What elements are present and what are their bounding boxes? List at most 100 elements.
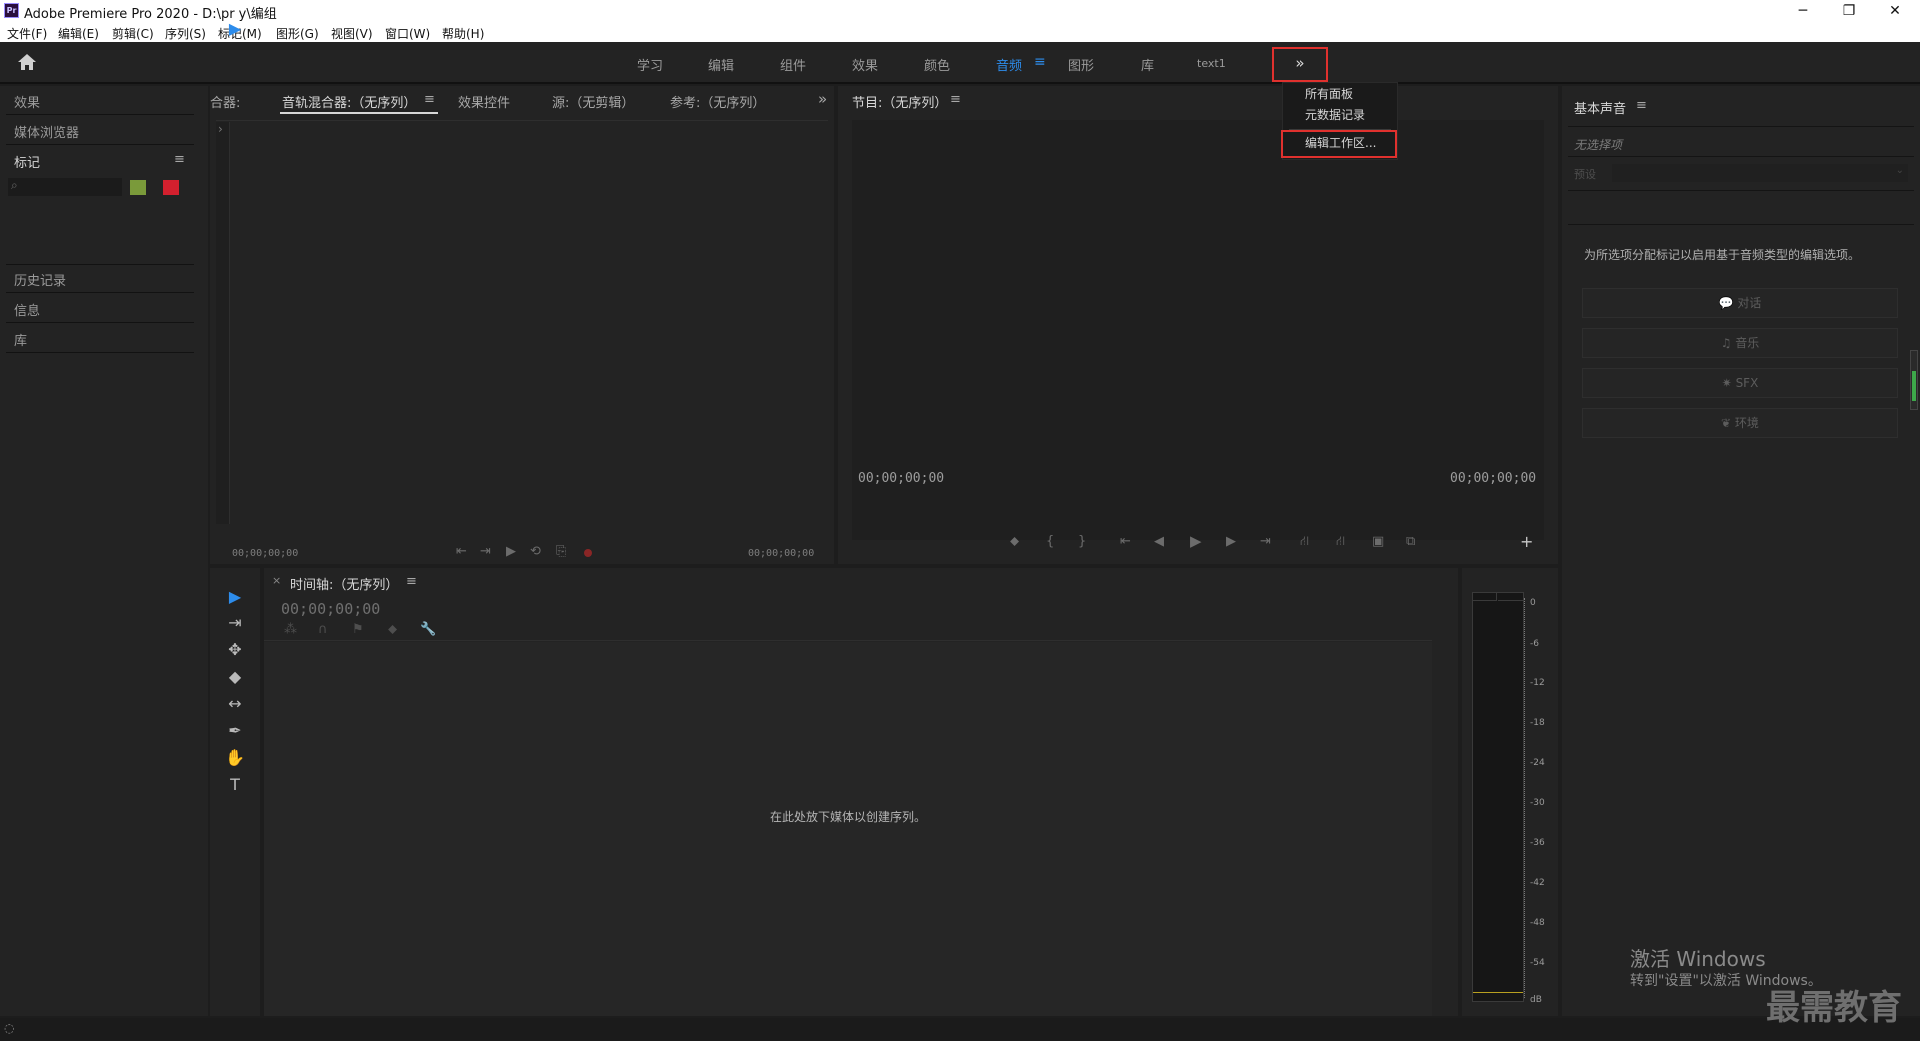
go-to-in-icon[interactable]: ⇤ — [1120, 534, 1131, 549]
razor-tool-icon[interactable]: ◆ — [222, 666, 248, 688]
menu-item-metadata-logging[interactable]: 元数据记录 — [1305, 106, 1365, 123]
program-panel-menu-icon[interactable]: ≡ — [950, 92, 961, 107]
nest-toggle-icon[interactable]: ⁂ — [284, 622, 297, 637]
source-timecode-current[interactable]: 00;00;00;00 — [232, 548, 298, 559]
export-frame-camera-icon[interactable]: ▣ — [1372, 534, 1384, 549]
menu-clip[interactable]: 剪辑(C) — [112, 25, 154, 42]
extract-icon[interactable]: ⛙ — [1336, 534, 1345, 551]
timeline-add-marker-icon[interactable]: ⬥ — [388, 622, 397, 637]
close-timeline-icon[interactable]: × — [272, 574, 281, 587]
ambience-type-button[interactable]: ❦ 环境 — [1582, 408, 1898, 438]
meter-clip-indicator-left[interactable] — [1473, 593, 1497, 601]
workspace-tab-learn[interactable]: 学习 — [637, 55, 663, 74]
mixer-panel-menu-icon[interactable]: ≡ — [424, 92, 435, 107]
panel-tab-info[interactable]: 信息 — [14, 300, 40, 319]
pen-tool-icon[interactable]: ✒ — [222, 720, 248, 742]
panel-tab-effects[interactable]: 效果 — [14, 92, 40, 111]
panel-tab-markers[interactable]: 标记 — [14, 152, 40, 171]
meter-clip-indicator-right[interactable] — [1498, 593, 1524, 601]
program-play-icon[interactable]: ▶ — [1190, 532, 1202, 550]
menu-edit[interactable]: 编辑(E) — [58, 25, 99, 42]
menu-window[interactable]: 窗口(W) — [385, 25, 430, 42]
export-icon[interactable]: ⎘ — [556, 544, 566, 559]
panel-tab-history[interactable]: 历史记录 — [14, 270, 66, 289]
track-select-tool-icon[interactable]: ⇥ — [222, 612, 248, 634]
expand-chevron-icon[interactable]: › — [218, 122, 223, 136]
menu-item-all-panels[interactable]: 所有面板 — [1305, 85, 1353, 102]
play-icon[interactable]: ▶ — [506, 544, 516, 559]
sfx-type-button[interactable]: ✷ SFX — [1582, 368, 1898, 398]
title-bar: Pr Adobe Premiere Pro 2020 - D:\pr y\编组 … — [0, 0, 1920, 22]
panel-tab-media-browser[interactable]: 媒体浏览器 — [14, 122, 79, 141]
record-icon[interactable] — [584, 549, 592, 557]
workspace-tab-assembly[interactable]: 组件 — [780, 55, 806, 74]
panel-overflow-icon[interactable]: » — [818, 90, 827, 108]
mark-out-bracket-icon[interactable]: } — [1078, 534, 1086, 549]
menu-view[interactable]: 视图(V) — [331, 25, 373, 42]
timeline-title[interactable]: 时间轴:（无序列） — [290, 574, 398, 593]
type-tool-icon[interactable]: T — [222, 774, 248, 796]
add-marker-icon[interactable]: ⬥ — [1010, 534, 1019, 549]
essential-sound-menu-icon[interactable]: ≡ — [1636, 98, 1647, 113]
selection-tool-icon[interactable]: ▶ — [222, 18, 248, 40]
workspace-tab-effects[interactable]: 效果 — [852, 55, 878, 74]
workspace-tab-editing[interactable]: 编辑 — [708, 55, 734, 74]
markers-panel-menu-icon[interactable]: ≡ — [174, 152, 185, 167]
home-icon[interactable] — [16, 52, 38, 72]
meter-label: -48 — [1530, 918, 1545, 928]
preset-dropdown[interactable]: ⌄ — [1612, 164, 1908, 182]
loop-icon[interactable]: ⟲ — [530, 544, 541, 559]
menu-sequence[interactable]: 序列(S) — [165, 25, 206, 42]
essential-sound-panel: 基本声音 ≡ 无选择项 预设 ⌄ 为所选项分配标记以启用基于音频类型的编辑选项。 — [1562, 86, 1920, 1016]
restore-button[interactable]: ❐ — [1826, 0, 1872, 22]
hand-tool-icon[interactable]: ✋ — [222, 747, 248, 769]
workspace-menu-icon[interactable]: ≡ — [1034, 54, 1046, 70]
step-forward-icon[interactable]: ▶ — [1226, 534, 1236, 549]
menu-file[interactable]: 文件(F) — [7, 25, 47, 42]
menu-graphics[interactable]: 图形(G) — [276, 25, 319, 42]
workspace-tab-audio[interactable]: 音频 — [996, 55, 1022, 74]
panel-tab-effect-controls[interactable]: 效果控件 — [458, 92, 510, 111]
slip-tool-icon[interactable]: ↔ — [222, 693, 248, 715]
timeline-timecode[interactable]: 00;00;00;00 — [281, 600, 380, 618]
panel-tab-audio-track-mixer[interactable]: 音轨混合器:（无序列） — [282, 92, 416, 111]
essential-sound-title[interactable]: 基本声音 — [1574, 98, 1626, 117]
panel-tab-truncated[interactable]: 合器: — [210, 92, 240, 111]
status-indicator-icon[interactable]: ◌ — [4, 1021, 14, 1035]
timeline-track-area[interactable] — [264, 642, 1432, 1016]
mark-in-bracket-icon[interactable]: { — [1046, 534, 1054, 549]
snap-magnet-icon[interactable]: ∩ — [318, 622, 328, 637]
workspace-tab-color[interactable]: 颜色 — [924, 55, 950, 74]
lift-icon[interactable]: ⛙ — [1300, 534, 1309, 551]
markers-search-input[interactable]: ⌕ — [8, 178, 122, 196]
timeline-panel-menu-icon[interactable]: ≡ — [406, 574, 417, 589]
workspace-tab-libraries[interactable]: 库 — [1141, 55, 1154, 74]
step-back-icon[interactable]: ◀ — [1154, 534, 1164, 549]
compare-view-icon[interactable]: ⧉ — [1406, 534, 1415, 549]
linked-selection-icon[interactable]: ⚑ — [352, 622, 364, 637]
program-timecode-current[interactable]: 00;00;00;00 — [858, 471, 944, 486]
mark-in-icon[interactable]: ⇤ — [456, 544, 467, 559]
close-button[interactable]: ✕ — [1872, 0, 1918, 22]
dialogue-type-button[interactable]: 💬 对话 — [1582, 288, 1898, 318]
program-monitor-title[interactable]: 节目:（无序列） — [852, 92, 947, 111]
panel-scrollbar[interactable] — [1910, 350, 1918, 410]
green-marker-filter-swatch[interactable] — [130, 180, 146, 195]
add-button-icon[interactable]: + — [1520, 532, 1533, 551]
panel-tab-libraries[interactable]: 库 — [14, 330, 27, 349]
scrollbar-thumb[interactable] — [1912, 371, 1916, 401]
ripple-edit-tool-icon[interactable]: ✥ — [222, 639, 248, 661]
workspace-tab-text1[interactable]: text1 — [1197, 57, 1226, 70]
wrench-settings-icon[interactable]: 🔧 — [420, 622, 436, 637]
panel-tab-source[interactable]: 源:（无剪辑） — [552, 92, 634, 111]
panel-tab-reference[interactable]: 参考:（无序列） — [670, 92, 765, 111]
music-type-button[interactable]: ♫ 音乐 — [1582, 328, 1898, 358]
mark-out-icon[interactable]: ⇥ — [480, 544, 491, 559]
selection-tool-icon[interactable]: ▶ — [222, 586, 248, 608]
menu-help[interactable]: 帮助(H) — [442, 25, 484, 42]
go-to-out-icon[interactable]: ⇥ — [1260, 534, 1271, 549]
red-marker-filter-swatch[interactable] — [163, 180, 179, 195]
more-workspaces-button[interactable]: » — [1272, 47, 1328, 82]
minimize-button[interactable]: ─ — [1780, 0, 1826, 22]
workspace-tab-graphics[interactable]: 图形 — [1068, 55, 1094, 74]
